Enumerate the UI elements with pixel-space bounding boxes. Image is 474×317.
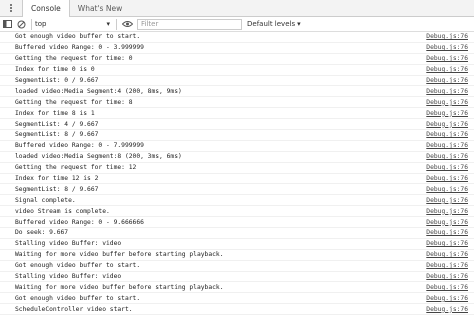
- log-message: Buffered video Range: 0 - 7.999999: [15, 142, 144, 150]
- log-message: Got enough video buffer to start.: [15, 294, 141, 302]
- log-source-link[interactable]: Debug.js:76: [426, 121, 468, 128]
- log-source-link[interactable]: Debug.js:76: [426, 295, 468, 302]
- log-source-link[interactable]: Debug.js:76: [426, 44, 468, 51]
- log-source-link[interactable]: Debug.js:76: [426, 164, 468, 171]
- log-source-link[interactable]: Debug.js:76: [426, 33, 468, 40]
- log-message: Got enough video buffer to start.: [15, 33, 141, 41]
- log-source-link[interactable]: Debug.js:76: [426, 240, 468, 247]
- toolbar-divider: [31, 18, 32, 30]
- console-messages: Got enough video buffer to start. Debug.j…: [0, 32, 474, 316]
- log-message: Getting the request for time: 8: [15, 98, 133, 106]
- sidebar-toggle-icon[interactable]: [0, 17, 14, 31]
- log-message: Do seek: 9.667: [15, 229, 69, 237]
- devtools-tab-bar: Console What's New: [0, 0, 474, 17]
- log-message: Getting the request for time: 0: [15, 55, 133, 63]
- log-source-link[interactable]: Debug.js:76: [426, 153, 468, 160]
- log-row: SegmentList: 8 / 9.667 Debug.js:76: [0, 184, 474, 196]
- clear-console-icon[interactable]: [14, 17, 28, 31]
- log-message: Stalling video Buffer: video: [15, 240, 122, 248]
- chevron-down-icon: ▾: [106, 20, 110, 28]
- log-row: loaded video:Media Segment:4 (200, 8ms, …: [0, 86, 474, 98]
- console-toolbar: top ▾ Filter Default levels ▾: [0, 17, 474, 32]
- log-source-link[interactable]: Debug.js:76: [426, 66, 468, 73]
- log-row: loaded video:Media Segment:8 (200, 3ms, …: [0, 152, 474, 163]
- log-row: ScheduleController video start. Debug.js:…: [0, 304, 474, 316]
- log-message: loaded video:Media Segment:8 (200, 3ms, …: [15, 153, 182, 161]
- log-source-link[interactable]: Debug.js:76: [426, 99, 468, 106]
- log-row: Getting the request for time: 0 Debug.js:…: [0, 54, 474, 65]
- log-row: Waiting for more video buffer before sta…: [0, 282, 474, 294]
- log-source-link[interactable]: Debug.js:76: [426, 273, 468, 280]
- context-label: top: [35, 20, 47, 28]
- log-row: Got enough video buffer to start. Debug.j…: [0, 261, 474, 272]
- log-row: Buffered video Range: 0 - 7.999999 Debug.…: [0, 141, 474, 152]
- log-message: Buffered video Range: 0 - 3.999999: [15, 44, 144, 52]
- context-selector[interactable]: top ▾: [35, 20, 113, 28]
- eye-icon[interactable]: [120, 17, 134, 31]
- log-source-link[interactable]: Debug.js:76: [426, 186, 468, 193]
- log-message: Waiting for more video buffer before sta…: [15, 251, 224, 259]
- log-source-link[interactable]: Debug.js:76: [426, 88, 468, 95]
- log-source-link[interactable]: Debug.js:76: [426, 306, 468, 313]
- log-source-link[interactable]: Debug.js:76: [426, 55, 468, 62]
- log-row: SegmentList: 8 / 9.667 Debug.js:76: [0, 130, 474, 141]
- log-message: Signal complete.: [15, 196, 76, 204]
- log-source-link[interactable]: Debug.js:76: [426, 197, 468, 204]
- log-message: loaded video:Media Segment:4 (200, 8ms, …: [15, 87, 182, 95]
- filter-input[interactable]: Filter: [137, 18, 242, 30]
- log-row: Got enough video buffer to start. Debug.j…: [0, 293, 474, 305]
- log-source-link[interactable]: Debug.js:76: [426, 229, 468, 236]
- log-row: Getting the request for time: 8 Debug.js:…: [0, 97, 474, 109]
- log-row: Index for time 12 is 2 Debug.js:76: [0, 174, 474, 185]
- drawer-menu-icon[interactable]: [0, 0, 22, 16]
- log-source-link[interactable]: Debug.js:76: [426, 142, 468, 149]
- log-source-link[interactable]: Debug.js:76: [426, 219, 468, 226]
- log-row: Signal complete. Debug.js:76: [0, 195, 474, 207]
- toolbar-divider: [116, 18, 117, 30]
- log-message: ScheduleController video start.: [15, 305, 133, 313]
- log-row: Do seek: 9.667 Debug.js:76: [0, 228, 474, 239]
- chevron-down-icon: ▾: [297, 20, 301, 28]
- tab-whats-new[interactable]: What's New: [70, 0, 130, 16]
- log-row: Index for time 8 is 1 Debug.js:76: [0, 108, 474, 120]
- log-message: Stalling video Buffer: video: [15, 273, 122, 281]
- log-source-link[interactable]: Debug.js:76: [426, 208, 468, 215]
- log-message: Buffered video Range: 0 - 9.666666: [15, 218, 144, 226]
- log-row: SegmentList: 0 / 9.667 Debug.js:76: [0, 76, 474, 87]
- log-source-link[interactable]: Debug.js:76: [426, 131, 468, 138]
- log-source-link[interactable]: Debug.js:76: [426, 262, 468, 269]
- log-row: Got enough video buffer to start. Debug.j…: [0, 32, 474, 43]
- log-row: Waiting for more video buffer before sta…: [0, 250, 474, 261]
- log-message: SegmentList: 0 / 9.667: [15, 77, 99, 84]
- log-source-link[interactable]: Debug.js:76: [426, 251, 468, 258]
- log-message: Getting the request for time: 12: [15, 164, 137, 172]
- log-message: Index for time 12 is 2: [15, 175, 99, 183]
- log-row: Getting the request for time: 12 Debug.js…: [0, 163, 474, 174]
- log-source-link[interactable]: Debug.js:76: [426, 110, 468, 117]
- log-message: Index for time 8 is 1: [15, 109, 95, 117]
- log-row: Stalling video Buffer: video Debug.js:76: [0, 272, 474, 283]
- log-message: video Stream is complete.: [15, 207, 110, 215]
- log-message: SegmentList: 8 / 9.667: [15, 185, 99, 193]
- log-row: video Stream is complete. Debug.js:76: [0, 206, 474, 218]
- log-message: SegmentList: 8 / 9.667: [15, 131, 99, 139]
- log-message: SegmentList: 4 / 9.667: [15, 120, 99, 128]
- log-message: Got enough video buffer to start.: [15, 262, 141, 270]
- log-source-link[interactable]: Debug.js:76: [426, 77, 468, 84]
- log-levels-dropdown[interactable]: Default levels ▾: [247, 20, 301, 28]
- log-source-link[interactable]: Debug.js:76: [426, 175, 468, 182]
- log-message: Waiting for more video buffer before sta…: [15, 283, 224, 291]
- log-row: Buffered video Range: 0 - 9.666666 Debug.…: [0, 217, 474, 229]
- tab-console[interactable]: Console: [22, 0, 70, 17]
- log-row: Stalling video Buffer: video Debug.js:76: [0, 239, 474, 250]
- log-row: SegmentList: 4 / 9.667 Debug.js:76: [0, 119, 474, 131]
- log-message: Index for time 0 is 0: [15, 66, 95, 74]
- log-row: Index for time 0 is 0 Debug.js:76: [0, 65, 474, 76]
- log-row: Buffered video Range: 0 - 3.999999 Debug.…: [0, 43, 474, 54]
- log-source-link[interactable]: Debug.js:76: [426, 284, 468, 291]
- levels-label: Default levels: [247, 20, 296, 28]
